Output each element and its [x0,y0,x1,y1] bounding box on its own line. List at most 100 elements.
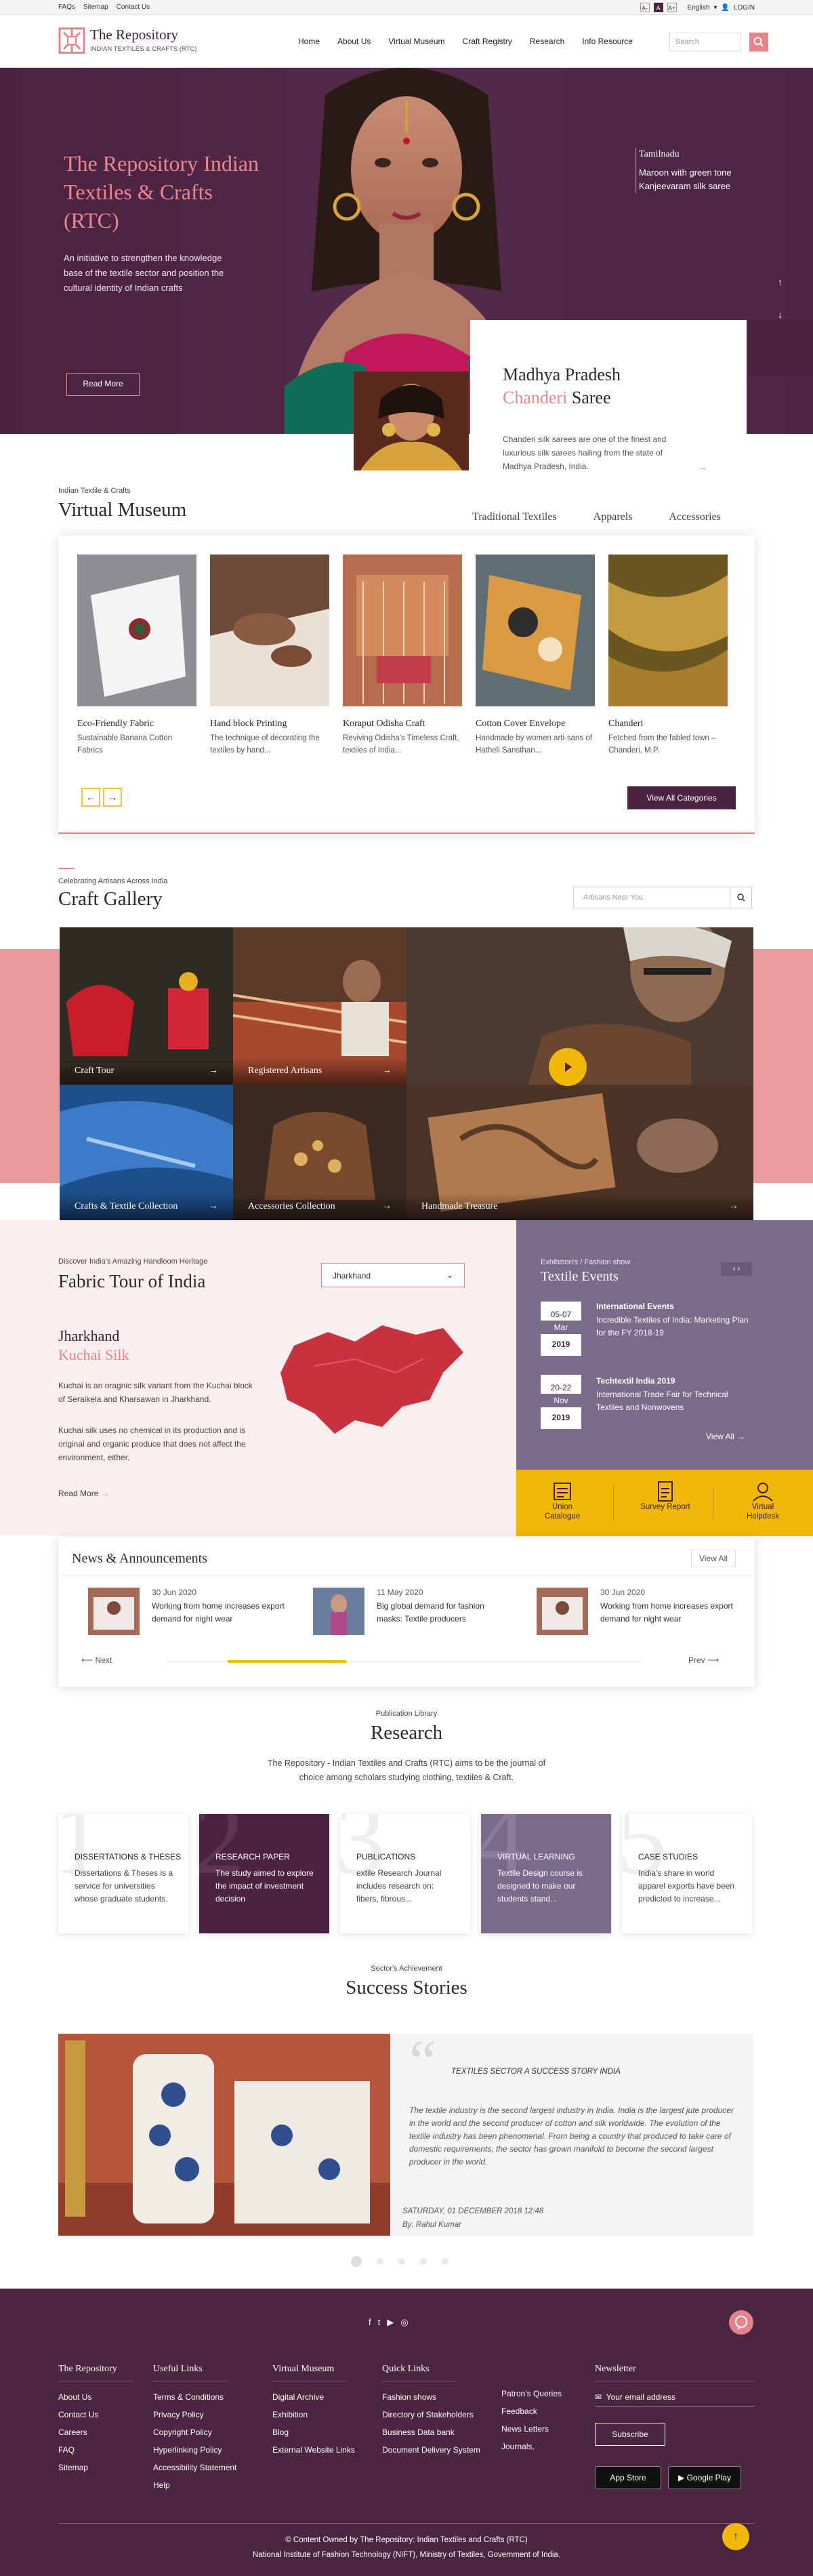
header-search-input[interactable]: Search [669,33,741,52]
pagination-dot-active[interactable] [351,2256,362,2267]
pagination-dot[interactable] [420,2258,427,2265]
sitemap-link[interactable]: Sitemap [83,3,108,11]
chat-button[interactable] [729,2310,753,2335]
event-title[interactable]: International Events [596,1302,674,1311]
gallery-tile-handmade-treasure[interactable]: Handmade Treasure → [406,1085,753,1220]
carousel-prev-button[interactable]: ← [81,788,100,807]
museum-item[interactable]: Koraput Odisha Craft Reviving Odisha's T… [343,555,462,757]
museum-item[interactable]: Eco-Friendly Fabric Sustainable Banana C… [77,555,196,757]
arrow-right-icon[interactable]: → [698,462,707,472]
footer-link[interactable]: FAQ [58,2441,133,2459]
survey-report-link[interactable]: Survey Report [638,1481,692,1512]
footer-link[interactable]: Document Delivery System [382,2441,480,2459]
hero-read-more-button[interactable]: Read More [66,373,140,396]
footer-link[interactable]: Careers [58,2423,133,2441]
footer-link[interactable]: Fashion shows [382,2388,480,2406]
museum-item[interactable]: Cotton Cover Envelope Handmade by women … [476,555,595,757]
footer-link[interactable]: Journals, [501,2438,562,2455]
footer-link[interactable]: Exhibition [272,2406,355,2423]
footer-link[interactable]: Terms & Conditions [153,2388,236,2406]
research-card[interactable]: 2 RESEARCH PAPER The study aimed to expl… [199,1814,329,1933]
news-view-all-button[interactable]: View All [691,1550,736,1567]
footer-link[interactable]: External Website Links [272,2441,355,2459]
twitter-icon[interactable]: t [378,2317,381,2328]
footer-link[interactable]: Hyperlinking Policy [153,2441,236,2459]
nav-research[interactable]: Research [530,37,564,46]
footer-link[interactable]: Directory of Stakeholders [382,2406,480,2423]
arrow-down-icon[interactable]: ↓ [778,309,783,320]
museum-item[interactable]: Chanderi Fetched from the fabled town – … [608,555,728,757]
events-pager[interactable]: ‹ › [721,1262,752,1276]
tab-accessories[interactable]: Accessories [669,511,720,523]
nav-virtual-museum[interactable]: Virtual Museum [388,37,444,46]
footer-link[interactable]: Feedback [501,2402,562,2420]
brand-name[interactable]: The Repository INDIAN TEXTILES & CRAFTS … [90,26,196,53]
nav-about[interactable]: About Us [337,37,371,46]
footer-link[interactable]: Help [153,2476,236,2494]
search-button[interactable] [749,33,768,52]
news-prev-button[interactable]: Prev ⟶ [688,1655,719,1665]
footer-link[interactable]: Accessibility Statement [153,2459,236,2476]
event-title[interactable]: Techtextil India 2019 [596,1376,675,1386]
youtube-icon[interactable]: ▶ [387,2317,394,2328]
gallery-tile-registered-artisans[interactable]: Registered Artisans → [233,927,406,1085]
footer-link[interactable]: Contact Us [58,2406,133,2423]
tab-traditional-textiles[interactable]: Traditional Textiles [472,511,557,523]
news-text: Working from home increases export deman… [152,1601,285,1624]
search-button[interactable] [730,887,751,908]
play-video-button[interactable] [549,1048,587,1086]
footer-link[interactable]: Business Data bank [382,2423,480,2441]
virtual-helpdesk-link[interactable]: Virtual Helpdesk [736,1481,790,1521]
artisan-search-input[interactable]: Artisans Near You [573,887,752,908]
union-catalogue-link[interactable]: Union Catalogue [535,1481,589,1521]
footer-link[interactable]: News Letters [501,2420,562,2438]
pagination-dot[interactable] [442,2258,449,2265]
pagination-dot[interactable] [398,2258,405,2265]
arrow-up-icon[interactable]: ↑ [778,277,783,287]
state-select[interactable]: Jharkhand ⌄ [321,1263,465,1287]
brand-logo-icon[interactable] [58,24,85,57]
museum-item[interactable]: Hand block Printing The technique of dec… [210,555,329,757]
language-select[interactable]: English [688,4,710,12]
nav-info-resource[interactable]: Info Resource [582,37,633,46]
research-card[interactable]: 4 VIRTUAL LEARNING Textile Design course… [481,1814,611,1933]
facebook-icon[interactable]: f [369,2317,371,2328]
news-next-button[interactable]: ⟵ Next [81,1655,112,1665]
tab-apparels[interactable]: Apparels [593,511,633,523]
font-normal-button[interactable]: A [653,3,663,12]
instagram-icon[interactable]: ◎ [400,2317,408,2328]
contact-link[interactable]: Contact Us [117,3,150,11]
footer-link[interactable]: Blog [272,2423,355,2441]
chevron-right-icon[interactable]: › [738,1265,741,1273]
nav-craft-registry[interactable]: Craft Registry [463,37,512,46]
faqs-link[interactable]: FAQs [58,3,75,11]
view-all-categories-button[interactable]: View All Categories [627,786,736,809]
research-card[interactable]: 5 CASE STUDIES India's share in world ap… [622,1814,752,1933]
newsletter-email-input[interactable]: ✉ Your email address [595,2388,755,2407]
chevron-left-icon[interactable]: ‹ [733,1265,736,1273]
carousel-next-button[interactable]: → [103,788,122,807]
font-decrease-button[interactable]: A- [640,3,650,12]
footer-link[interactable]: Digital Archive [272,2388,355,2406]
research-card[interactable]: 3 PUBLICATIONS extile Research Journal i… [340,1814,470,1933]
google-play-badge[interactable]: ▶ Google Play [668,2466,741,2489]
gallery-tile-accessories-collection[interactable]: Accessories Collection → [233,1085,406,1220]
footer-link[interactable]: Sitemap [58,2459,133,2476]
gallery-tile-crafts-textile-collection[interactable]: Crafts & Textile Collection → [60,1085,233,1220]
pagination-dot[interactable] [377,2258,383,2265]
footer-link[interactable]: About Us [58,2388,133,2406]
footer-link[interactable]: Privacy Policy [153,2406,236,2423]
subscribe-button[interactable]: Subscribe [595,2423,665,2446]
font-increase-button[interactable]: A+ [667,3,677,12]
footer-link[interactable]: Patron's Queries [501,2385,562,2402]
login-link[interactable]: LOGIN [734,4,755,12]
app-store-badge[interactable]: App Store [595,2466,661,2489]
research-card[interactable]: 1 DISSERTATIONS & THESES Dissertations &… [58,1814,188,1933]
back-to-top-button[interactable]: ↑ [722,2523,749,2550]
footer-link[interactable]: Copyright Policy [153,2423,236,2441]
events-view-all-link[interactable]: View All → [706,1432,745,1441]
gallery-tile-craft-tour[interactable]: Craft Tour → [60,927,233,1085]
nav-home[interactable]: Home [298,37,320,46]
museum-item-title: Chanderi [608,719,644,729]
fabric-read-more-link[interactable]: Read More → [58,1489,109,1498]
